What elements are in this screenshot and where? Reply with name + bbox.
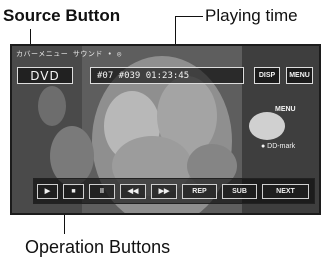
fast-forward-button[interactable]: ▶▶ — [151, 184, 177, 199]
menu-button[interactable]: MENU — [286, 67, 313, 84]
disp-button[interactable]: DISP — [254, 67, 280, 84]
rewind-button[interactable]: ◀◀ — [120, 184, 146, 199]
playing-time-leader-h — [175, 16, 203, 17]
dvd-screen: カバーメニュー サウンド • ◎ DVD #07 #039 01:23:45 D… — [10, 44, 321, 215]
play-button[interactable]: ▶ — [37, 184, 58, 199]
status-bar: カバーメニュー サウンド • ◎ — [16, 50, 122, 58]
pause-button[interactable]: II — [89, 184, 115, 199]
source-button[interactable]: DVD — [17, 67, 73, 84]
repeat-button[interactable]: REP — [182, 184, 217, 199]
side-menu-label: MENU — [275, 106, 296, 113]
subtitle-button[interactable]: SUB — [222, 184, 257, 199]
operation-buttons-callout: Operation Buttons — [25, 237, 171, 257]
side-mark-label: ● DD-mark — [261, 143, 296, 150]
operation-buttons-bar: ▶ ■ II ◀◀ ▶▶ REP SUB NEXT — [33, 178, 315, 204]
playing-time-callout: Playing time — [205, 6, 298, 25]
next-button[interactable]: NEXT — [262, 184, 309, 199]
playing-time-display: #07 #039 01:23:45 — [90, 67, 244, 84]
stop-button[interactable]: ■ — [63, 184, 84, 199]
source-button-callout: Source Button — [3, 6, 121, 25]
